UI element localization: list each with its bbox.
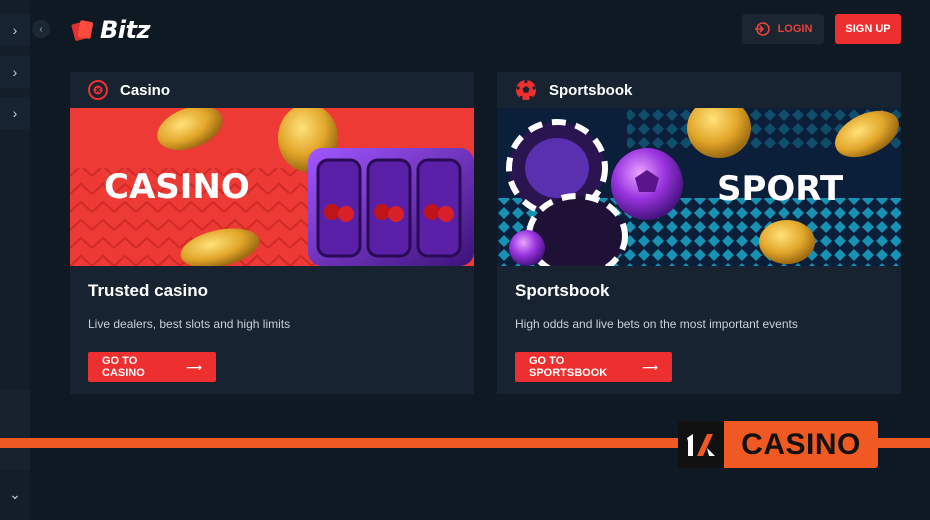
- soccer-ball-icon: [516, 79, 536, 100]
- login-button[interactable]: LOGIN: [742, 14, 824, 44]
- casino-banner-text: CASINO: [104, 167, 250, 207]
- login-icon: [754, 22, 770, 36]
- casino-chip-icon: [88, 80, 108, 100]
- login-label: LOGIN: [777, 23, 813, 35]
- chevron-right-icon: ›: [12, 22, 18, 38]
- watermark-text: CASINO: [724, 421, 878, 468]
- brand-name: Bitz: [100, 16, 150, 44]
- casino-card-label: Casino: [120, 81, 171, 99]
- arrow-right-icon: ⟶: [642, 361, 658, 374]
- casino-card-header[interactable]: Casino: [70, 72, 474, 108]
- sidebar-expand-button-1[interactable]: ›: [0, 14, 30, 46]
- chevron-left-icon: ‹: [39, 23, 43, 35]
- go-to-casino-button[interactable]: GO TO CASINO ⟶: [88, 352, 216, 382]
- cards-logo-icon: [71, 20, 93, 41]
- sportsbook-card-description: High odds and live bets on the most impo…: [515, 317, 798, 331]
- sportsbook-card-header[interactable]: Sportsbook: [497, 72, 901, 108]
- casino-banner-art: CASINO: [70, 108, 474, 266]
- casino-card-title: Trusted casino: [88, 281, 208, 300]
- signup-label: SIGN UP: [845, 23, 891, 35]
- watermark-logo-icon: [678, 421, 724, 468]
- sportsbook-card-label: Sportsbook: [549, 81, 633, 99]
- go-to-sportsbook-button[interactable]: GO TO SPORTSBOOK ⟶: [515, 352, 672, 382]
- sportsbook-banner-art: SPORT: [497, 108, 901, 266]
- casino-banner[interactable]: CASINO: [70, 108, 474, 266]
- go-to-sportsbook-label: GO TO SPORTSBOOK: [529, 355, 608, 379]
- sidebar-more-button[interactable]: ⌄: [0, 478, 30, 510]
- brand-logo[interactable]: Bitz: [70, 14, 150, 46]
- chevron-right-icon: ›: [12, 105, 18, 121]
- chevron-right-icon: ›: [12, 64, 18, 80]
- chevron-down-icon: ⌄: [9, 485, 21, 502]
- sidebar-expand-button-3[interactable]: ›: [0, 97, 30, 129]
- sportsbook-banner[interactable]: SPORT: [497, 108, 901, 266]
- casino-card-description: Live dealers, best slots and high limits: [88, 317, 291, 331]
- sidebar-panel: [0, 390, 30, 470]
- sidebar-collapse-button[interactable]: ‹: [32, 20, 50, 38]
- sportsbook-card: Sportsbook SPORT Sportsbook High odds an…: [497, 72, 901, 394]
- arrow-right-icon: ⟶: [186, 361, 202, 374]
- watermark-badge: CASINO: [678, 421, 878, 468]
- sidebar-expand-button-2[interactable]: ›: [0, 56, 30, 88]
- signup-button[interactable]: SIGN UP: [835, 14, 901, 44]
- go-to-casino-label: GO TO CASINO: [102, 355, 145, 379]
- sportsbook-banner-text: SPORT: [717, 169, 844, 209]
- casino-card: Casino CASINO Trusted casino Live dealer…: [70, 72, 474, 394]
- sportsbook-card-title: Sportsbook: [515, 281, 610, 300]
